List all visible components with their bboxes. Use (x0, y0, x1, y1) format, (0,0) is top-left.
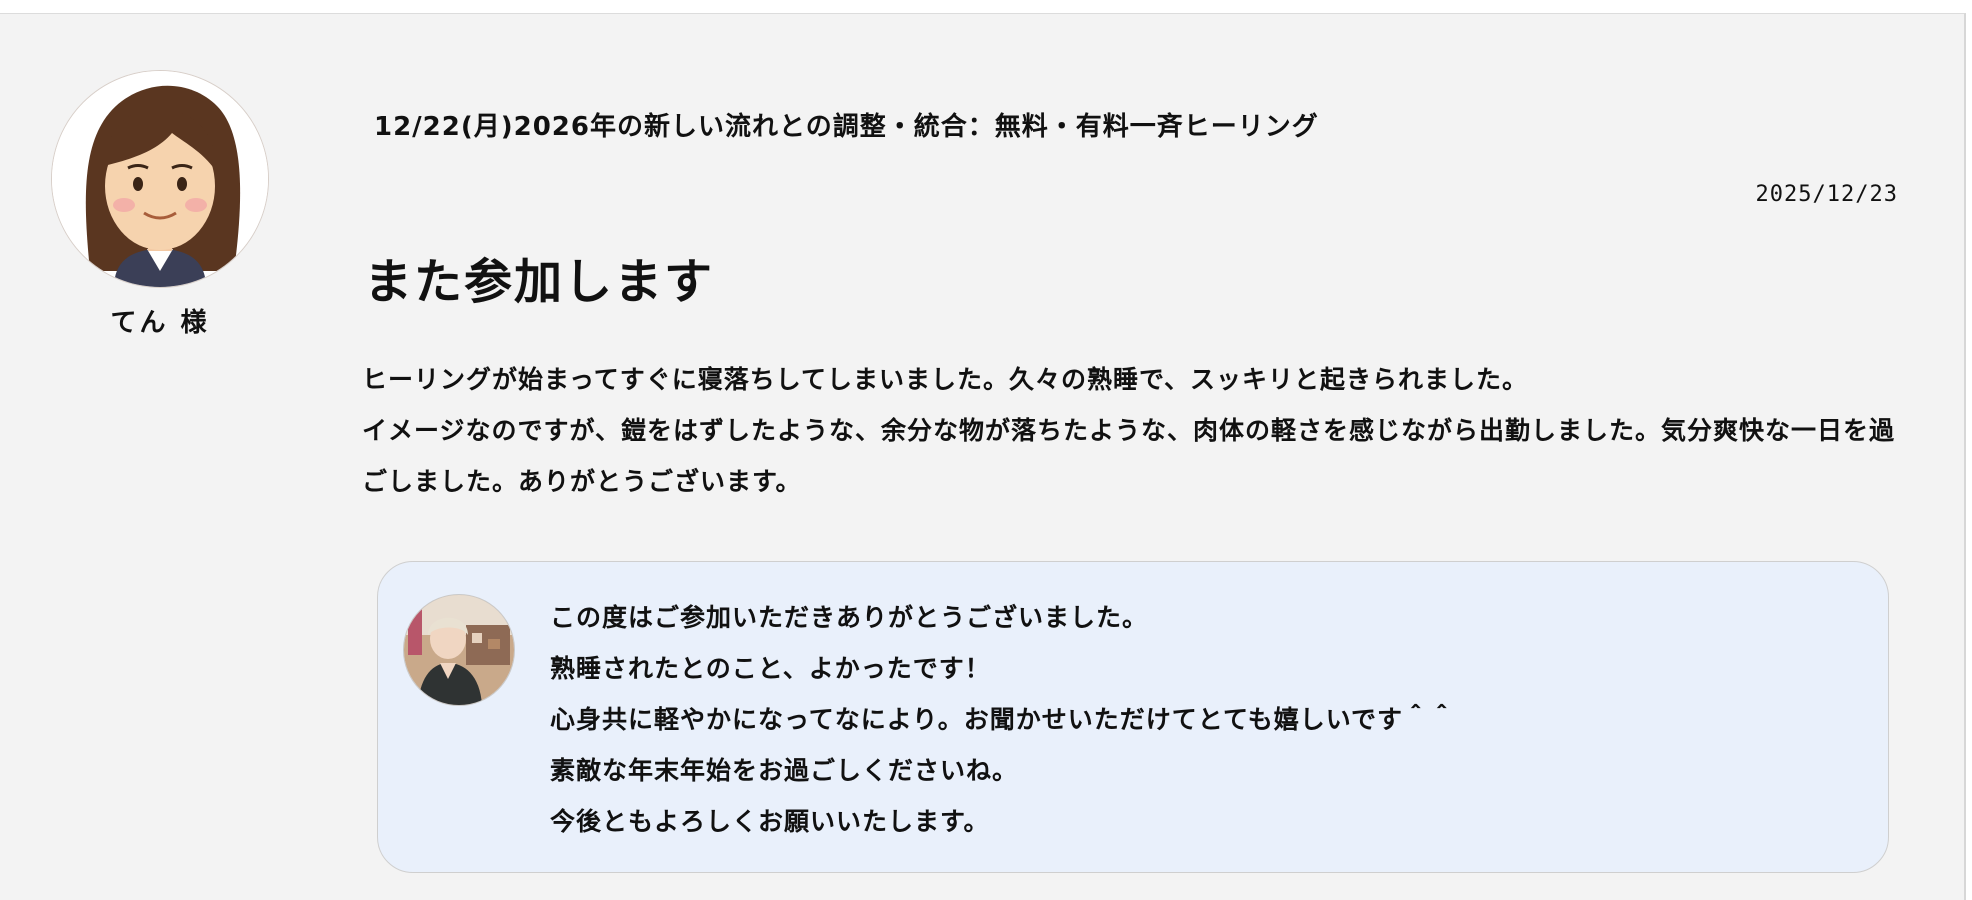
reply-line: この度はご参加いただきありがとうございました。 (550, 603, 1149, 632)
host-photo-avatar (404, 595, 514, 705)
reply-line: 熟睡されたとのこと、よかったです！ (550, 654, 991, 683)
reply-text: この度はご参加いただきありがとうございました。 熟睡されたとのこと、よかったです… (550, 592, 1455, 847)
reviewer-avatar (51, 70, 269, 288)
review-paragraph: イメージなのですが、鎧をはずしたような、余分な物が落ちたような、肉体の軽さを感じ… (362, 416, 1896, 496)
event-title: 12/22(月)2026年の新しい流れとの調整・統合：無料・有料一斉ヒーリング (374, 112, 1319, 142)
review-date: 2025/12/23 (1755, 182, 1898, 207)
reviewer-name: てん 様 (110, 308, 210, 338)
host-reply: この度はご参加いただきありがとうございました。 熟睡されたとのこと、よかったです… (377, 561, 1889, 873)
review-body: ヒーリングが始まってすぐに寝落ちしてしまいました。久々の熟睡で、スッキリと起きら… (362, 354, 1902, 507)
review-title: また参加します (364, 254, 715, 310)
reply-line: 今後ともよろしくお願いいたします。 (550, 807, 990, 836)
host-avatar (403, 594, 515, 706)
reply-line: 心身共に軽やかになってなにより。お聞かせいただけてとても嬉しいです＾＾ (550, 705, 1456, 734)
review-paragraph: ヒーリングが始まってすぐに寝落ちしてしまいました。久々の熟睡で、スッキリと起きら… (362, 365, 1529, 394)
woman-avatar-icon (52, 71, 268, 287)
reply-line: 素敵な年末年始をお過ごしくださいね。 (550, 756, 1019, 785)
review-card: てん 様 12/22(月)2026年の新しい流れとの調整・統合：無料・有料一斉ヒ… (0, 13, 1966, 900)
reviewer-profile: てん 様 (50, 70, 270, 339)
